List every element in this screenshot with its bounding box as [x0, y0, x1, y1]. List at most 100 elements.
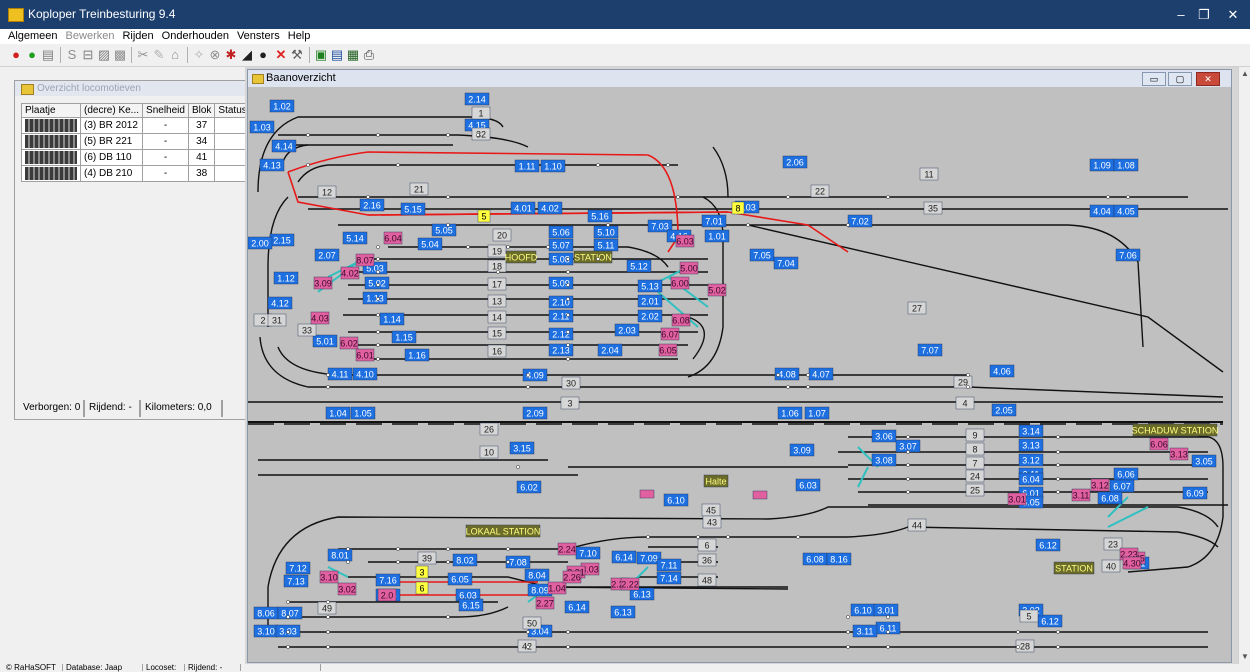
- block-number-43[interactable]: 43: [702, 515, 722, 529]
- block-2.14[interactable]: 2.14: [464, 92, 490, 106]
- block-number-3[interactable]: 3: [560, 396, 580, 410]
- block-number-32[interactable]: 32: [471, 127, 491, 141]
- block-number-48[interactable]: 48: [697, 573, 717, 587]
- block-number-27[interactable]: 27: [907, 301, 927, 315]
- block-6.08[interactable]: 6.08: [802, 552, 828, 566]
- block-number-21[interactable]: 21: [409, 182, 429, 196]
- block-1.04[interactable]: 1.04: [325, 406, 351, 420]
- print-icon[interactable]: ⎙: [361, 47, 377, 63]
- signal-6.01[interactable]: 6.01: [355, 348, 375, 362]
- signal-3.02[interactable]: 3.02: [337, 582, 357, 596]
- block-number-17[interactable]: 17: [487, 277, 507, 291]
- signal-5.00[interactable]: 5.00: [679, 261, 699, 275]
- col-name[interactable]: (decre) Ke...: [79, 103, 144, 118]
- block-number-45[interactable]: 45: [701, 503, 721, 517]
- block-2.00[interactable]: 2.00: [248, 236, 273, 250]
- block-number-40[interactable]: 40: [1101, 559, 1121, 573]
- block-number-10[interactable]: 10: [479, 445, 499, 459]
- signal-2.26[interactable]: 2.26: [562, 570, 582, 584]
- block-number-33[interactable]: 33: [297, 323, 317, 337]
- block-4.13[interactable]: 4.13: [259, 158, 285, 172]
- block-5.09[interactable]: 5.09: [548, 276, 574, 290]
- block-7.07[interactable]: 7.07: [917, 343, 943, 357]
- split-icon[interactable]: ⊟: [80, 47, 96, 63]
- label-station-2[interactable]: STATION: [1053, 561, 1095, 575]
- block-5.06[interactable]: 5.06: [548, 225, 574, 239]
- block-number-1[interactable]: 1: [471, 106, 491, 120]
- block-3.10[interactable]: 3.10: [253, 624, 279, 638]
- signal-6.03[interactable]: 6.03: [675, 234, 695, 248]
- block-6.13[interactable]: 6.13: [610, 605, 636, 619]
- table-row[interactable]: (5) BR 221 - 34: [21, 133, 251, 150]
- block-number-8[interactable]: 8: [965, 442, 985, 456]
- block-5.07[interactable]: 5.07: [548, 238, 574, 252]
- menu-rijden[interactable]: Rijden: [122, 29, 153, 44]
- table-row[interactable]: (3) BR 2012 - 37: [21, 117, 251, 134]
- block-number-20[interactable]: 20: [492, 228, 512, 242]
- block-6.14[interactable]: 6.14: [611, 550, 637, 564]
- block-4.10[interactable]: 4.10: [352, 367, 378, 381]
- signal-3.13[interactable]: 3.13: [1169, 447, 1189, 461]
- signal-2.24[interactable]: 2.24: [557, 542, 577, 556]
- table-row[interactable]: (6) DB 110 - 41: [21, 149, 251, 166]
- signal-3.09[interactable]: 3.09: [313, 276, 333, 290]
- menu-vensters[interactable]: Vensters: [237, 29, 280, 44]
- signal-3.11[interactable]: 3.11: [1071, 488, 1091, 502]
- block-2.05[interactable]: 2.05: [991, 403, 1017, 417]
- block-6.12[interactable]: 6.12: [1037, 614, 1063, 628]
- block-3.01[interactable]: 3.01: [873, 603, 899, 617]
- block-4.14[interactable]: 4.14: [271, 139, 297, 153]
- signal-1.04[interactable]: 1.04: [547, 581, 567, 595]
- signal-blank[interactable]: [752, 490, 768, 500]
- block-4.07[interactable]: 4.07: [808, 367, 834, 381]
- block-7.12[interactable]: 7.12: [285, 561, 311, 575]
- layout-restore-button[interactable]: ▢: [1168, 72, 1192, 86]
- track-layout[interactable]: 1.022.141.03 4.154.144.13 1.11 1.10 2.06 1.09…: [248, 87, 1231, 662]
- block-1.09[interactable]: 1.09: [1089, 158, 1115, 172]
- block-1.12[interactable]: 1.12: [273, 271, 299, 285]
- block-7.10[interactable]: 7.10: [575, 546, 601, 560]
- block-number-26[interactable]: 26: [479, 422, 499, 436]
- signal-3.01[interactable]: 3.01: [1007, 492, 1027, 506]
- menu-algemeen[interactable]: Algemeen: [8, 29, 58, 44]
- block-number-18[interactable]: 18: [487, 259, 507, 273]
- route-icon[interactable]: ✧: [191, 47, 207, 63]
- pencil-icon[interactable]: ✎: [151, 47, 167, 63]
- block-1.15[interactable]: 1.15: [391, 330, 417, 344]
- block-1.02[interactable]: 1.02: [269, 99, 295, 113]
- block-1.11[interactable]: 1.11: [514, 159, 540, 173]
- block-6.10[interactable]: 6.10: [850, 603, 876, 617]
- signal-6.00[interactable]: 6.00: [670, 276, 690, 290]
- signal-2.27[interactable]: 2.27: [535, 596, 555, 610]
- block-1.14[interactable]: 1.14: [379, 312, 405, 326]
- signal-4.30[interactable]: 4.30: [1122, 556, 1142, 570]
- label-hoofd[interactable]: HOOFD: [505, 250, 538, 264]
- block-number-24[interactable]: 24: [965, 469, 985, 483]
- block-1.07[interactable]: 1.07: [804, 406, 830, 420]
- signal-2.22[interactable]: 2.22: [620, 577, 640, 591]
- block-8.07[interactable]: 8.07: [277, 606, 303, 620]
- block-3.08[interactable]: 3.08: [871, 453, 897, 467]
- block-7.04[interactable]: 7.04: [773, 256, 799, 270]
- block-number-5[interactable]: 5: [1019, 609, 1039, 623]
- drop-icon[interactable]: ●: [255, 47, 271, 63]
- stop-icon[interactable]: ⊗: [207, 47, 223, 63]
- block-1.10[interactable]: 1.10: [540, 159, 566, 173]
- block-number-12[interactable]: 12: [317, 185, 337, 199]
- block-6.04[interactable]: 6.04: [1018, 472, 1044, 486]
- doc-icon[interactable]: ▣: [313, 47, 329, 63]
- block-5.12[interactable]: 5.12: [626, 259, 652, 273]
- block-6.03[interactable]: 6.03: [795, 478, 821, 492]
- block-number-50[interactable]: 50: [522, 616, 542, 630]
- train-3[interactable]: 3: [415, 565, 429, 579]
- loco-icon[interactable]: ◢: [239, 47, 255, 63]
- label-schaduw-station[interactable]: SCHADUW STATION: [1132, 423, 1219, 437]
- train-8[interactable]: 8: [731, 201, 745, 215]
- signal-blank[interactable]: [639, 489, 655, 499]
- block-number-11[interactable]: 11: [919, 167, 939, 181]
- block-6.06[interactable]: 6.06: [1113, 467, 1139, 481]
- block-5.05[interactable]: 5.05: [431, 223, 457, 237]
- block-2.01[interactable]: 2.01: [637, 294, 663, 308]
- block-7.01[interactable]: 7.01: [701, 214, 727, 228]
- block-3.12[interactable]: 3.12: [1018, 453, 1044, 467]
